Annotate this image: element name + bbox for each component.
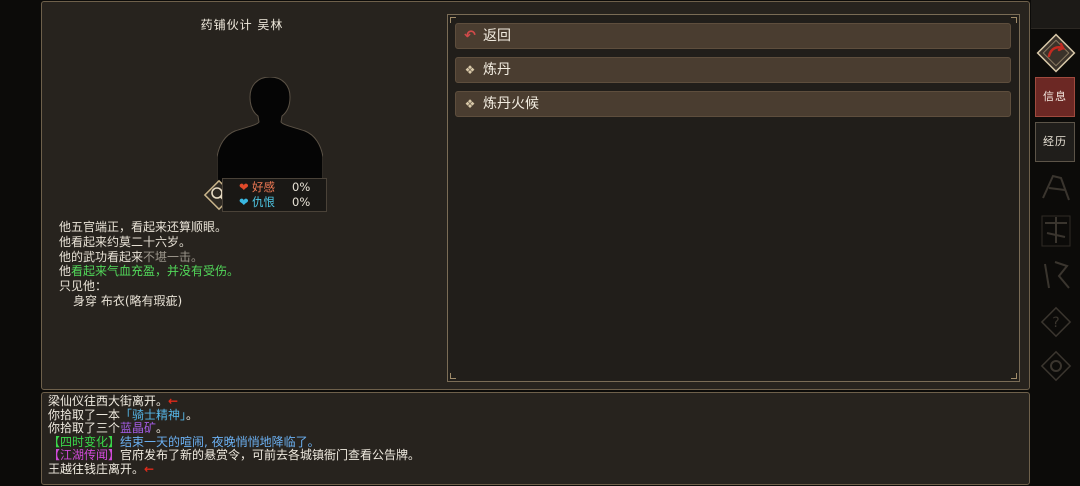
- corner-ornament: [1011, 17, 1017, 23]
- corner-ornament: [450, 17, 456, 23]
- study-ghost-icon[interactable]: [1039, 213, 1073, 249]
- log-line: 王越往钱庄离开。←: [48, 461, 1023, 477]
- heart-icon: ❤: [239, 180, 249, 194]
- heart-icon: ❤: [239, 195, 249, 209]
- log-item-name: 「骑士精神」: [120, 407, 187, 422]
- log-item-name: 蓝晶矿: [120, 421, 157, 436]
- back-button-label: 返回: [483, 28, 511, 44]
- log-tag: 【四时变化】: [48, 434, 121, 449]
- diamond-icon: ❖: [464, 63, 476, 77]
- experience-tab-button[interactable]: 经历: [1035, 122, 1075, 162]
- relation-table: ❤ 好感 0% ❤ 仇恨 0%: [222, 178, 327, 212]
- log-line: 梁仙仪往西大街离开。←: [48, 394, 1023, 409]
- desc-line-health: 他看起来气血充盈，并没有受伤。: [59, 264, 239, 279]
- svg-text:?: ?: [1052, 315, 1059, 331]
- navigate-back-icon[interactable]: [1035, 32, 1077, 74]
- log-text: 梁仙仪往西大街离开。: [48, 394, 169, 408]
- desc-line-age: 他看起来约莫二十六岁。: [59, 234, 192, 249]
- alchemy-button-label: 炼丹: [483, 62, 511, 78]
- diamond-icon: ❖: [464, 97, 476, 111]
- npc-portrait-silhouette: [217, 77, 323, 183]
- alchemy-button[interactable]: ❖ 炼丹: [455, 57, 1011, 83]
- settings-gear-icon[interactable]: [1039, 348, 1073, 384]
- corner-ornament: [1011, 373, 1017, 379]
- desc-health-status: 看起来气血充盈，并没有受伤。: [71, 264, 240, 279]
- return-arrow-icon: ↶: [464, 28, 476, 44]
- favor-label: 好感: [252, 180, 275, 194]
- log-text: 。: [156, 421, 169, 436]
- desc-line-martial: 他的武功看起来不堪一击。: [59, 250, 239, 265]
- log-line: 你拾取了三个蓝晶矿。: [48, 421, 1023, 436]
- desc-line-appearance: 他五官端正，看起来还算顺眼。: [59, 220, 228, 234]
- help-icon[interactable]: ?: [1039, 304, 1073, 340]
- sect-ghost-icon[interactable]: [1039, 258, 1073, 294]
- info-tab-button[interactable]: 信息: [1035, 77, 1075, 117]
- message-log[interactable]: 梁仙仪往西大街离开。← 你拾取了一本「骑士精神」。 你拾取了三个蓝晶矿。 【四时…: [41, 392, 1030, 485]
- hatred-value: 0%: [292, 195, 311, 209]
- desc-health-prefix: 他: [59, 264, 72, 279]
- back-button[interactable]: ↶ 返回: [455, 23, 1011, 49]
- desc-martial-level: 不堪一击。: [143, 249, 204, 264]
- log-text: 官府发布了新的悬赏令，可前去各城镇衙门查看公告牌。: [120, 448, 421, 463]
- relation-box: ❤ 好感 0% ❤ 仇恨 0%: [202, 178, 327, 213]
- work-ghost-icon[interactable]: [1039, 170, 1073, 206]
- arrow-left-icon: ←: [168, 394, 179, 408]
- log-text: 你拾取了三个: [48, 421, 121, 436]
- log-text: 。: [186, 407, 199, 422]
- sidebar: 信息 经历 ?: [1031, 0, 1080, 486]
- favor-value: 0%: [292, 180, 311, 194]
- log-line: 你拾取了一本「骑士精神」。: [48, 407, 1023, 423]
- npc-title: 药铺伙计 吴林: [200, 18, 284, 32]
- hatred-row: ❤ 仇恨 0%: [239, 195, 310, 210]
- log-text: 结束一天的喧闹, 夜晚悄悄地降临了。: [120, 434, 320, 449]
- log-text: 王越往钱庄离开。: [48, 461, 145, 476]
- desc-martial-prefix: 他的武功看起来: [59, 249, 144, 264]
- corner-ornament: [450, 373, 456, 379]
- log-text: 你拾取了一本: [48, 407, 121, 422]
- npc-description: 他五官端正，看起来还算顺眼。 他看起来约莫二十六岁。 他的武功看起来不堪一击。 …: [59, 220, 239, 309]
- log-tag: 【江湖传闻】: [48, 448, 121, 463]
- arrow-left-icon: ←: [144, 461, 155, 476]
- desc-line-clothing: 身穿 布衣(略有瑕疵): [73, 293, 183, 308]
- alchemy-heat-button[interactable]: ❖ 炼丹火候: [455, 91, 1011, 117]
- alchemy-heat-button-label: 炼丹火候: [483, 96, 539, 112]
- favor-row: ❤ 好感 0%: [239, 180, 310, 195]
- log-line: 【江湖传闻】官府发布了新的悬赏令，可前去各城镇衙门查看公告牌。: [48, 449, 1023, 463]
- sidebar-top-strip: [1031, 0, 1080, 29]
- desc-line-seen: 只见他：: [59, 279, 108, 294]
- hatred-label: 仇恨: [252, 195, 275, 209]
